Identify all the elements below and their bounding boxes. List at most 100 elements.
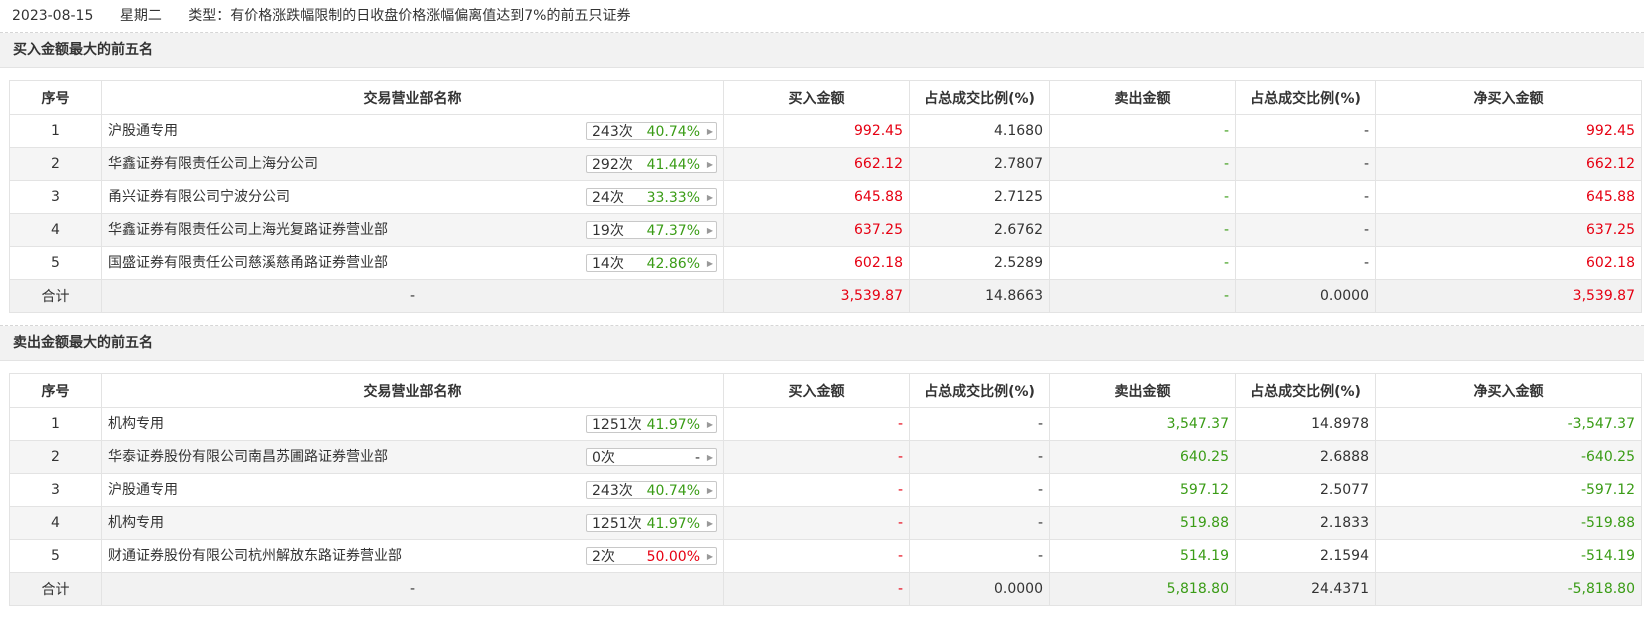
branch-link[interactable]: 华泰证券股份有限公司南昌苏圃路证券营业部 bbox=[108, 442, 388, 473]
net-amount: -640.25 bbox=[1375, 440, 1642, 474]
branch-link[interactable]: 华鑫证券有限责任公司上海分公司 bbox=[108, 149, 318, 180]
row-no: 3 bbox=[9, 473, 102, 507]
sell-top5-table: 序号 交易营业部名称 买入金额 占总成交比例(%) 卖出金额 占总成交比例(%)… bbox=[9, 373, 1642, 606]
rank-rate: 40.74% bbox=[646, 124, 700, 140]
branch-link[interactable]: 机构专用 bbox=[108, 508, 164, 539]
sell-ratio: 2.1833 bbox=[1235, 506, 1376, 540]
caret-right-icon: ▶ bbox=[706, 226, 713, 235]
table-row: 4 华鑫证券有限责任公司上海光复路证券营业部 19次 47.37% ▶ 637.… bbox=[9, 213, 1642, 247]
sell-section-title: 卖出金额最大的前五名 bbox=[0, 326, 1644, 361]
rank-count: 19次 bbox=[592, 223, 624, 239]
net-amount: 602.18 bbox=[1375, 246, 1642, 280]
total-sell-amount: 5,818.80 bbox=[1049, 572, 1236, 606]
sell-ratio: - bbox=[1235, 180, 1376, 214]
col-header-net: 净买入金额 bbox=[1375, 373, 1642, 408]
branch-stat-button[interactable]: 2次 50.00% ▶ bbox=[586, 547, 717, 565]
buy-ratio: - bbox=[909, 440, 1050, 474]
total-row: 合计 - 3,539.87 14.8663 - 0.0000 3,539.87 bbox=[9, 279, 1642, 313]
caret-right-icon: ▶ bbox=[706, 193, 713, 202]
sell-amount: - bbox=[1049, 114, 1236, 148]
buy-amount: - bbox=[723, 539, 910, 573]
table-header-row: 序号 交易营业部名称 买入金额 占总成交比例(%) 卖出金额 占总成交比例(%)… bbox=[9, 373, 1642, 408]
branch-cell: 华鑫证券有限责任公司上海分公司 292次 41.44% ▶ bbox=[101, 147, 724, 181]
table-row: 5 国盛证券有限责任公司慈溪慈甬路证券营业部 14次 42.86% ▶ 602.… bbox=[9, 246, 1642, 280]
branch-cell: 华泰证券股份有限公司南昌苏圃路证券营业部 0次 - ▶ bbox=[101, 440, 724, 474]
rank-rate: 33.33% bbox=[646, 190, 700, 206]
total-row: 合计 - - 0.0000 5,818.80 24.4371 -5,818.80 bbox=[9, 572, 1642, 606]
branch-link[interactable]: 沪股通专用 bbox=[108, 116, 178, 147]
branch-link[interactable]: 机构专用 bbox=[108, 409, 164, 440]
col-header-buy-ratio: 占总成交比例(%) bbox=[909, 80, 1050, 115]
net-amount: -597.12 bbox=[1375, 473, 1642, 507]
col-header-buy: 买入金额 bbox=[723, 373, 910, 408]
col-header-sell-ratio: 占总成交比例(%) bbox=[1235, 80, 1376, 115]
branch-cell: 机构专用 1251次 41.97% ▶ bbox=[101, 407, 724, 441]
total-buy-ratio: 0.0000 bbox=[909, 572, 1050, 606]
row-no: 4 bbox=[9, 213, 102, 247]
branch-link[interactable]: 国盛证券有限责任公司慈溪慈甬路证券营业部 bbox=[108, 248, 388, 279]
caret-right-icon: ▶ bbox=[706, 486, 713, 495]
buy-amount: 992.45 bbox=[723, 114, 910, 148]
sell-ratio: 2.1594 bbox=[1235, 539, 1376, 573]
rank-rate: 47.37% bbox=[646, 223, 700, 239]
buy-amount: - bbox=[723, 407, 910, 441]
branch-stat-button[interactable]: 14次 42.86% ▶ bbox=[586, 254, 717, 272]
sell-amount: - bbox=[1049, 213, 1236, 247]
row-no: 2 bbox=[9, 147, 102, 181]
branch-stat-button[interactable]: 1251次 41.97% ▶ bbox=[586, 514, 717, 532]
buy-amount: 637.25 bbox=[723, 213, 910, 247]
sell-amount: 519.88 bbox=[1049, 506, 1236, 540]
branch-stat-button[interactable]: 292次 41.44% ▶ bbox=[586, 155, 717, 173]
branch-stat-button[interactable]: 243次 40.74% ▶ bbox=[586, 122, 717, 140]
sell-amount: 3,547.37 bbox=[1049, 407, 1236, 441]
col-header-no: 序号 bbox=[9, 373, 102, 408]
total-label: 合计 bbox=[9, 572, 102, 606]
branch-link[interactable]: 甬兴证券有限公司宁波分公司 bbox=[108, 182, 290, 213]
net-amount: 645.88 bbox=[1375, 180, 1642, 214]
net-amount: -519.88 bbox=[1375, 506, 1642, 540]
branch-cell: 沪股通专用 243次 40.74% ▶ bbox=[101, 473, 724, 507]
rank-count: 243次 bbox=[592, 124, 633, 140]
buy-ratio: 2.5289 bbox=[909, 246, 1050, 280]
table-row: 2 华泰证券股份有限公司南昌苏圃路证券营业部 0次 - ▶ - - 640.25… bbox=[9, 440, 1642, 474]
net-amount: 662.12 bbox=[1375, 147, 1642, 181]
buy-ratio: - bbox=[909, 539, 1050, 573]
total-buy-amount: 3,539.87 bbox=[723, 279, 910, 313]
branch-link[interactable]: 华鑫证券有限责任公司上海光复路证券营业部 bbox=[108, 215, 388, 246]
trade-weekday: 星期二 bbox=[119, 8, 162, 24]
total-buy-amount: - bbox=[723, 572, 910, 606]
rank-count: 1251次 bbox=[592, 417, 642, 433]
branch-stat-button[interactable]: 19次 47.37% ▶ bbox=[586, 221, 717, 239]
table-row: 4 机构专用 1251次 41.97% ▶ - - 519.88 2.1833 … bbox=[9, 506, 1642, 540]
table-row: 1 沪股通专用 243次 40.74% ▶ 992.45 4.1680 - - … bbox=[9, 114, 1642, 148]
buy-ratio: 2.7807 bbox=[909, 147, 1050, 181]
col-header-sell-ratio: 占总成交比例(%) bbox=[1235, 373, 1376, 408]
rank-rate: 41.97% bbox=[646, 516, 700, 532]
top-info-bar: 2023-08-15 星期二 类型：有价格涨跌幅限制的日收盘价格涨幅偏离值达到7… bbox=[0, 0, 1644, 33]
sell-ratio: - bbox=[1235, 147, 1376, 181]
rank-rate: 42.86% bbox=[646, 256, 700, 272]
branch-link[interactable]: 财通证券股份有限公司杭州解放东路证券营业部 bbox=[108, 541, 402, 572]
table-row: 1 机构专用 1251次 41.97% ▶ - - 3,547.37 14.89… bbox=[9, 407, 1642, 441]
net-amount: -514.19 bbox=[1375, 539, 1642, 573]
branch-link[interactable]: 沪股通专用 bbox=[108, 475, 178, 506]
branch-stat-button[interactable]: 243次 40.74% ▶ bbox=[586, 481, 717, 499]
branch-stat-button[interactable]: 0次 - ▶ bbox=[586, 448, 717, 466]
col-header-no: 序号 bbox=[9, 80, 102, 115]
branch-stat-button[interactable]: 1251次 41.97% ▶ bbox=[586, 415, 717, 433]
sell-amount: - bbox=[1049, 147, 1236, 181]
total-sell-ratio: 0.0000 bbox=[1235, 279, 1376, 313]
buy-amount: 602.18 bbox=[723, 246, 910, 280]
net-amount: -3,547.37 bbox=[1375, 407, 1642, 441]
buy-ratio: 2.6762 bbox=[909, 213, 1050, 247]
branch-cell: 华鑫证券有限责任公司上海光复路证券营业部 19次 47.37% ▶ bbox=[101, 213, 724, 247]
buy-ratio: - bbox=[909, 506, 1050, 540]
col-header-sell: 卖出金额 bbox=[1049, 80, 1236, 115]
sell-ratio: - bbox=[1235, 114, 1376, 148]
caret-right-icon: ▶ bbox=[706, 420, 713, 429]
branch-cell: 机构专用 1251次 41.97% ▶ bbox=[101, 506, 724, 540]
buy-amount: 645.88 bbox=[723, 180, 910, 214]
branch-stat-button[interactable]: 24次 33.33% ▶ bbox=[586, 188, 717, 206]
caret-right-icon: ▶ bbox=[706, 453, 713, 462]
table-row: 3 沪股通专用 243次 40.74% ▶ - - 597.12 2.5077 … bbox=[9, 473, 1642, 507]
